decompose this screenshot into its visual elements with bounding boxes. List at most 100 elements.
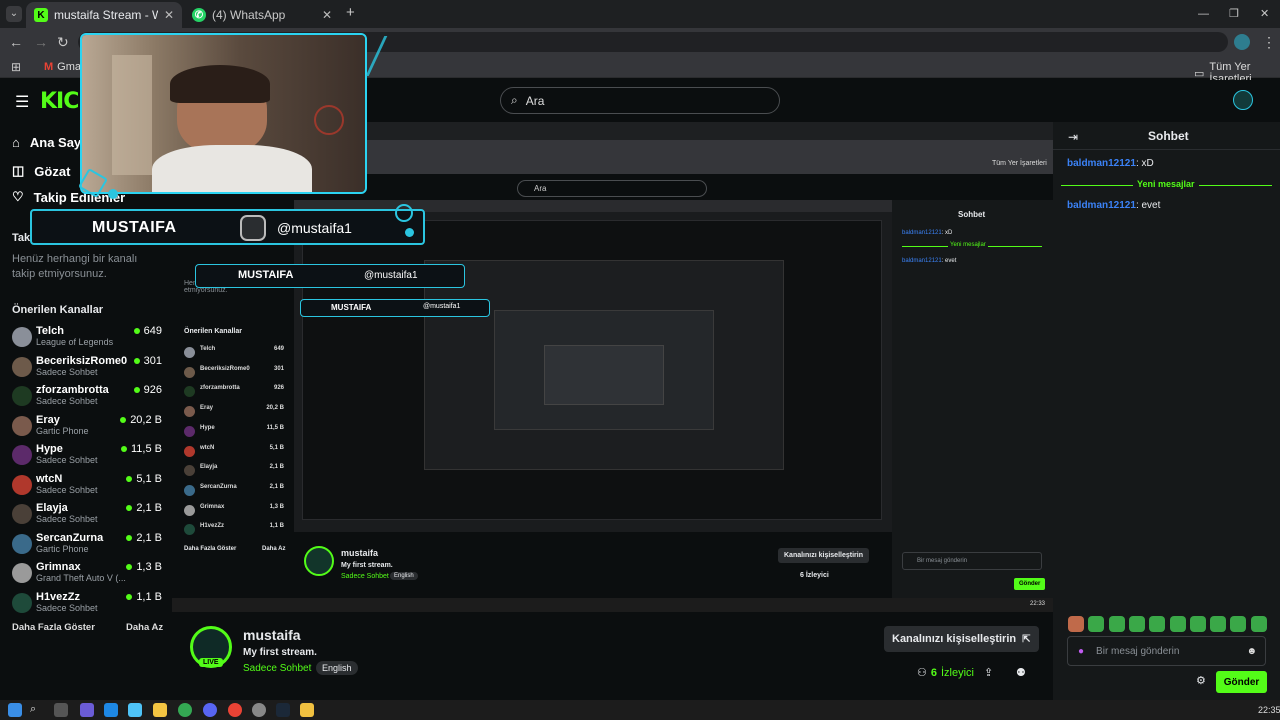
forward-icon[interactable]: → — [34, 35, 48, 49]
microphone-icon[interactable]: ● — [1078, 646, 1084, 657]
streamer-name[interactable]: mustaifa — [243, 627, 301, 643]
language-tag[interactable]: English — [316, 661, 358, 675]
chrome-profile-icon[interactable] — [228, 703, 242, 717]
minimize-icon[interactable]: — — [1198, 7, 1209, 21]
close-icon[interactable]: ✕ — [164, 8, 174, 22]
emote-icon[interactable] — [1149, 616, 1166, 632]
channel-item[interactable]: Eray Gartic Phone 20,2 B — [12, 414, 162, 442]
emoji-icon[interactable]: ☻ — [1246, 646, 1257, 657]
emote-icon[interactable] — [1210, 616, 1227, 632]
customize-channel-button[interactable]: Kanalınızı kişiselleştirin ⇱ — [884, 626, 1039, 652]
close-icon[interactable]: ✕ — [322, 8, 332, 22]
maximize-icon[interactable]: ❐ — [1229, 7, 1239, 21]
channel-name: BeceriksizRome0 — [36, 354, 128, 367]
channel-viewers: 301 — [133, 354, 162, 367]
channel-item[interactable]: SercanZurna Gartic Phone 2,1 B — [12, 532, 162, 560]
windows-start-icon[interactable] — [8, 703, 22, 717]
reload-icon[interactable]: ↻ — [57, 35, 69, 49]
task-view-icon[interactable] — [54, 703, 68, 717]
search-icon[interactable]: ⌕ — [30, 703, 44, 717]
steam-icon[interactable] — [276, 703, 290, 717]
emote-icon[interactable] — [1128, 616, 1145, 632]
nested-avatar — [184, 524, 195, 536]
chat-input[interactable]: ● Bir mesaj gönderin ☻ — [1067, 636, 1266, 666]
channel-avatar — [12, 533, 32, 554]
channel-avatar — [12, 445, 32, 465]
emote-icon[interactable] — [1068, 616, 1084, 632]
app-icon[interactable] — [300, 703, 314, 717]
nested-channel-viewers: 1,3 B — [269, 503, 284, 510]
viewer-count: 301 — [143, 354, 162, 367]
live-dot — [126, 505, 133, 511]
apps-grid-icon[interactable]: ⊞ — [11, 60, 21, 74]
close-window-icon[interactable]: ✕ — [1260, 7, 1269, 21]
tab-kick[interactable]: K mustaifa Stream - Watch Live o ✕ — [26, 2, 182, 28]
browser-tab-bar: ⌄ K mustaifa Stream - Watch Live o ✕ ✆ (… — [0, 0, 1280, 28]
tab-whatsapp[interactable]: ✆ (4) WhatsApp ✕ — [184, 2, 340, 28]
channel-category: Sadece Sohbet — [36, 396, 98, 406]
nested-new-messages: Yeni mesajlar — [948, 242, 988, 248]
tab-search-icon[interactable]: ⌄ — [6, 6, 22, 22]
windows-taskbar: ⌕ 22:35 — [0, 700, 1280, 720]
back-icon[interactable]: ← — [9, 35, 23, 49]
emote-icon[interactable] — [1189, 616, 1206, 632]
nested-channel-viewers: 2,1 B — [269, 464, 284, 471]
profile-avatar[interactable] — [1234, 34, 1250, 50]
search-input[interactable]: ⌕ Ara — [500, 87, 780, 114]
channel-item[interactable]: zforzambrotta Sadece Sohbet 926 — [12, 384, 162, 412]
channel-item[interactable]: Telch League of Legends 649 — [12, 325, 162, 353]
chat-title: Sohbet — [1148, 129, 1189, 143]
channel-item[interactable]: BeceriksizRome0 Sadece Sohbet 301 — [12, 355, 162, 383]
channel-item[interactable]: Grimnax Grand Theft Auto V (... 1,3 B — [12, 561, 162, 589]
emote-icon[interactable] — [1230, 616, 1247, 632]
emote-icon[interactable] — [1250, 616, 1267, 632]
emote-icon[interactable] — [1088, 616, 1105, 632]
channel-category: League of Legends — [36, 337, 114, 347]
emote-icon[interactable] — [1169, 616, 1186, 632]
show-less-link[interactable]: Daha Az — [126, 622, 163, 633]
collapse-chat-icon[interactable]: ⇥ — [1068, 130, 1078, 144]
channel-item[interactable]: H1vezZz Sadece Sohbet 1,1 B — [12, 591, 162, 619]
nested-chat-text: : xD — [941, 230, 953, 236]
channel-viewers: 2,1 B — [126, 502, 162, 514]
overlay-instagram: @mustaifa1 — [277, 220, 352, 236]
nested-stream-info: mustaifa My first stream. Sadece Sohbet … — [294, 532, 892, 598]
live-dot — [133, 387, 140, 393]
emote-icon[interactable] — [1108, 616, 1125, 632]
chat-username[interactable]: baldman12121 — [1067, 200, 1136, 211]
nested-channel-item: wtcN 5,1 B — [184, 445, 284, 463]
nested-channel-item: Hype 11,5 B — [184, 425, 284, 443]
stream-info: LIVE mustaifa My first stream. Sadece So… — [172, 612, 1053, 700]
nested-chat-user: baldman12121 — [902, 258, 942, 264]
add-user-icon[interactable]: ⚉ — [1016, 666, 1026, 679]
send-button[interactable]: Gönder — [1216, 671, 1267, 693]
nav-browse[interactable]: ◫ Gözat — [12, 163, 70, 179]
show-more-link[interactable]: Daha Fazla Göster — [12, 622, 95, 633]
menu-dots-icon[interactable]: ⋮ — [1262, 35, 1276, 49]
stream-category[interactable]: Sadece Sohbet — [243, 663, 311, 674]
channel-item[interactable]: wtcN Sadece Sohbet 5,1 B — [12, 473, 162, 501]
video-player[interactable]: Tüm Yer İşaretleri Ara Henüz herhangi bi… — [172, 122, 1053, 612]
nested-channel-viewers: 649 — [273, 346, 284, 352]
nested-channel-name: Grimnax — [200, 503, 225, 510]
chat-username[interactable]: baldman12121 — [1067, 158, 1136, 169]
hamburger-menu-icon[interactable]: ☰ — [15, 92, 29, 112]
nested-channel-item: Eray 20,2 B — [184, 405, 284, 423]
chrome-icon[interactable] — [178, 703, 192, 717]
share-icon[interactable]: ⇪ — [984, 666, 993, 679]
nested-overlay-name: MUSTAIFA — [331, 303, 372, 312]
channel-viewers: 1,3 B — [126, 561, 162, 573]
viewers-icon: ⚇ — [917, 667, 927, 679]
copilot-icon[interactable] — [80, 703, 94, 717]
monitor-icon[interactable] — [128, 703, 142, 717]
chat-settings-icon[interactable]: ⚙ — [1196, 674, 1206, 687]
obs-icon[interactable] — [252, 703, 266, 717]
channel-item[interactable]: Hype Sadece Sohbet 11,5 B — [12, 443, 162, 471]
discord-icon[interactable] — [203, 703, 217, 717]
user-avatar[interactable] — [1233, 90, 1253, 110]
file-explorer-icon[interactable] — [153, 703, 167, 717]
edge-icon[interactable] — [104, 703, 118, 717]
nested-avatar — [184, 366, 195, 378]
new-tab-button[interactable]: + — [346, 5, 355, 20]
channel-item[interactable]: Elayja Sadece Sohbet 2,1 B — [12, 502, 162, 530]
